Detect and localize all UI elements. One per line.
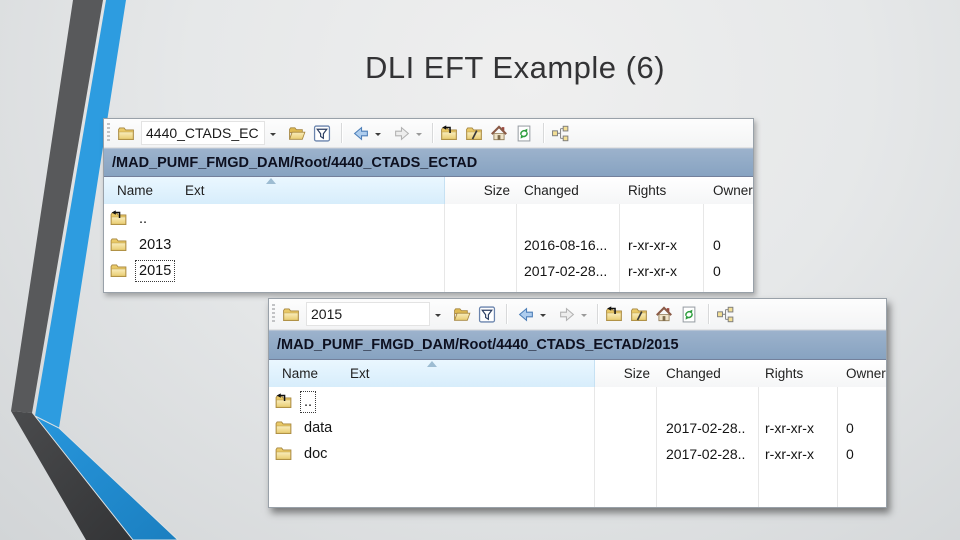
column-header-owner[interactable]: Owner <box>713 177 753 204</box>
home-directory-icon[interactable] <box>490 125 508 142</box>
folder-icon <box>109 236 128 253</box>
directory-tree-icon[interactable] <box>716 306 734 323</box>
file-row-up[interactable]: .. <box>269 389 886 415</box>
file-row-up[interactable]: .. <box>104 206 753 232</box>
sort-ascending-icon <box>427 361 437 367</box>
file-list: .. data 2017-02-28.. r-xr-xr-x 0 doc 201… <box>269 387 886 507</box>
column-header-row: Name Ext Size Changed Rights Owner <box>104 177 753 205</box>
file-panel-child: 2015 /MAD_PUMF_FMGD_DAM/Root/4440_CTADS_… <box>268 298 887 508</box>
toolbar-grip[interactable] <box>107 123 110 143</box>
page-title: DLI EFT Example (6) <box>364 50 666 85</box>
column-header-ext[interactable]: Ext <box>185 177 205 204</box>
column-header-name[interactable]: Name <box>282 360 318 387</box>
forward-history-caret-icon[interactable] <box>416 132 422 139</box>
toolbar-separator <box>506 304 507 324</box>
refresh-icon[interactable] <box>515 125 533 142</box>
sort-ascending-icon <box>266 178 276 184</box>
file-name: data <box>304 420 333 436</box>
chevron-down-icon[interactable] <box>435 313 441 320</box>
toolbar-separator <box>708 304 709 324</box>
open-directory-icon[interactable] <box>288 125 306 142</box>
parent-directory-icon[interactable] <box>440 125 458 142</box>
file-name: 2015 <box>134 260 176 282</box>
column-header-ext[interactable]: Ext <box>350 360 370 387</box>
file-changed: 2016-08-16... <box>524 237 608 253</box>
filter-icon[interactable] <box>313 125 331 142</box>
file-changed: 2017-02-28... <box>524 263 608 279</box>
back-history-caret-icon[interactable] <box>375 132 381 139</box>
file-row[interactable]: doc 2017-02-28.. r-xr-xr-x 0 <box>269 441 886 467</box>
toolbar-grip[interactable] <box>272 304 275 324</box>
column-header-name[interactable]: Name <box>117 177 153 204</box>
file-list: .. 2013 2016-08-16... r-xr-xr-x 0 2015 2… <box>104 204 753 292</box>
file-owner: 0 <box>713 237 721 253</box>
file-changed: 2017-02-28.. <box>666 446 746 462</box>
folder-icon <box>274 419 293 436</box>
toolbar-separator <box>597 304 598 324</box>
back-icon[interactable] <box>352 125 370 142</box>
forward-icon[interactable] <box>558 306 576 323</box>
directory-tree-icon[interactable] <box>551 125 569 142</box>
slide: DLI EFT Example (6) 4440_CTADS_EC /MAD_P… <box>0 0 960 540</box>
root-directory-icon[interactable] <box>630 306 648 323</box>
forward-icon[interactable] <box>393 125 411 142</box>
folder-up-icon <box>109 210 128 227</box>
folder-icon <box>109 262 128 279</box>
file-panel-parent: 4440_CTADS_EC /MAD_PUMF_FMGD_DAM/Root/44… <box>103 118 754 293</box>
toolbar: 4440_CTADS_EC <box>104 119 753 148</box>
root-directory-icon[interactable] <box>465 125 483 142</box>
file-owner: 0 <box>713 263 721 279</box>
file-rights: r-xr-xr-x <box>628 237 677 253</box>
address-bar[interactable]: /MAD_PUMF_FMGD_DAM/Root/4440_CTADS_ECTAD… <box>269 330 886 360</box>
directory-combo[interactable]: 4440_CTADS_EC <box>141 121 265 145</box>
column-header-owner[interactable]: Owner <box>846 360 886 387</box>
forward-history-caret-icon[interactable] <box>581 313 587 320</box>
file-row[interactable]: 2015 2017-02-28... r-xr-xr-x 0 <box>104 258 753 284</box>
file-name: .. <box>139 211 148 227</box>
file-rights: r-xr-xr-x <box>765 446 814 462</box>
address-bar[interactable]: /MAD_PUMF_FMGD_DAM/Root/4440_CTADS_ECTAD <box>104 148 753 177</box>
home-directory-icon[interactable] <box>655 306 673 323</box>
column-header-rights[interactable]: Rights <box>628 177 666 204</box>
column-header-changed[interactable]: Changed <box>524 177 579 204</box>
session-folder-icon <box>117 125 135 142</box>
file-name: doc <box>304 446 328 462</box>
file-owner: 0 <box>846 420 854 436</box>
file-row[interactable]: 2013 2016-08-16... r-xr-xr-x 0 <box>104 232 753 258</box>
column-header-changed[interactable]: Changed <box>666 360 721 387</box>
column-header-row: Name Ext Size Changed Rights Owner <box>269 360 886 388</box>
open-directory-icon[interactable] <box>453 306 471 323</box>
file-rights: r-xr-xr-x <box>628 263 677 279</box>
refresh-icon[interactable] <box>680 306 698 323</box>
file-name: 2013 <box>139 237 172 253</box>
file-owner: 0 <box>846 446 854 462</box>
toolbar: 2015 <box>269 299 886 330</box>
folder-icon <box>274 445 293 462</box>
chevron-down-icon[interactable] <box>270 132 276 139</box>
file-name: .. <box>299 391 317 413</box>
file-row[interactable]: data 2017-02-28.. r-xr-xr-x 0 <box>269 415 886 441</box>
directory-combo-value: 2015 <box>311 306 343 322</box>
toolbar-separator <box>543 123 544 143</box>
folder-up-icon <box>274 393 293 410</box>
toolbar-separator <box>341 123 342 143</box>
file-rights: r-xr-xr-x <box>765 420 814 436</box>
filter-icon[interactable] <box>478 306 496 323</box>
directory-combo[interactable]: 2015 <box>306 302 430 326</box>
back-icon[interactable] <box>517 306 535 323</box>
directory-combo-value: 4440_CTADS_EC <box>146 125 259 141</box>
column-header-size[interactable]: Size <box>594 360 650 387</box>
parent-directory-icon[interactable] <box>605 306 623 323</box>
file-changed: 2017-02-28.. <box>666 420 746 436</box>
column-header-rights[interactable]: Rights <box>765 360 803 387</box>
back-history-caret-icon[interactable] <box>540 313 546 320</box>
column-header-size[interactable]: Size <box>444 177 510 204</box>
session-folder-icon <box>282 306 300 323</box>
toolbar-separator <box>432 123 433 143</box>
